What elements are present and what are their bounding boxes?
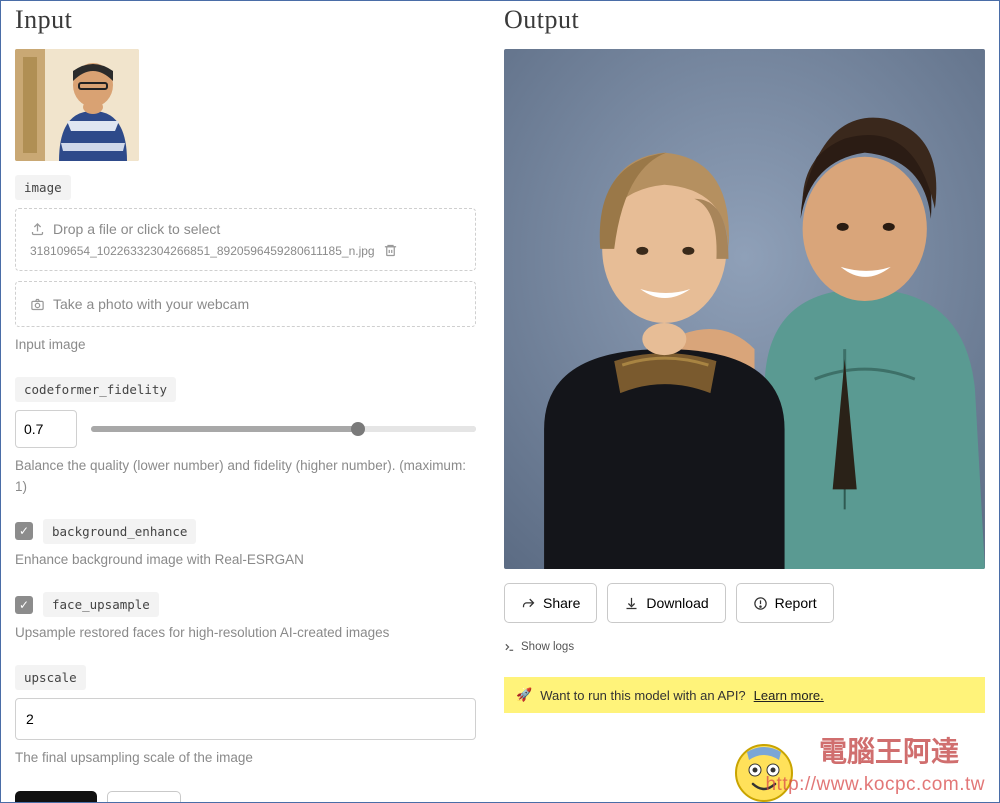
upscale-helper: The final upsampling scale of the image [15, 748, 476, 768]
alert-icon [753, 596, 768, 611]
terminal-icon [504, 642, 515, 653]
param-label-face-upsample: face_upsample [43, 592, 159, 617]
param-label-upscale: upscale [15, 665, 86, 690]
file-dropzone[interactable]: Drop a file or click to select 318109654… [15, 208, 476, 271]
face-upsample-checkbox[interactable]: ✓ [15, 596, 33, 614]
output-heading: Output [504, 5, 985, 35]
trash-icon[interactable] [383, 243, 398, 258]
watermark-brand: 電腦王阿達 [819, 730, 959, 770]
dropzone-text: Drop a file or click to select [53, 221, 220, 237]
submit-button[interactable]: Submit [15, 791, 97, 803]
image-helper: Input image [15, 335, 476, 355]
input-heading: Input [15, 5, 476, 35]
fidelity-input[interactable] [15, 410, 77, 448]
bg-enhance-checkbox[interactable]: ✓ [15, 522, 33, 540]
webcam-button[interactable]: Take a photo with your webcam [15, 281, 476, 327]
webcam-text: Take a photo with your webcam [53, 296, 249, 312]
param-label-image: image [15, 175, 71, 200]
input-thumbnail[interactable] [15, 49, 139, 161]
reset-button[interactable]: Reset [107, 791, 182, 803]
download-button[interactable]: Download [607, 583, 725, 623]
param-label-fidelity: codeformer_fidelity [15, 377, 176, 402]
watermark-logo [729, 738, 799, 803]
show-logs-toggle[interactable]: Show logs [504, 641, 985, 653]
camera-icon [30, 297, 45, 312]
fidelity-slider[interactable] [91, 426, 476, 432]
download-icon [624, 596, 639, 611]
param-label-bg-enhance: background_enhance [43, 519, 196, 544]
watermark-url: http://www.kocpc.com.tw [765, 774, 985, 796]
report-button[interactable]: Report [736, 583, 834, 623]
api-text: Want to run this model with an API? [540, 688, 745, 703]
input-panel: Input image Drop a file or click to sele… [1, 1, 490, 802]
api-banner: 🚀 Want to run this model with an API? Le… [504, 677, 985, 713]
selected-filename: 318109654_10226332304266851_892059645928… [30, 244, 375, 258]
fidelity-helper: Balance the quality (lower number) and f… [15, 456, 476, 497]
share-button[interactable]: Share [504, 583, 597, 623]
upload-icon [30, 222, 45, 237]
api-link[interactable]: Learn more. [754, 688, 824, 703]
upscale-input[interactable] [15, 698, 476, 740]
face-upsample-helper: Upsample restored faces for high-resolut… [15, 623, 476, 643]
output-image[interactable] [504, 49, 985, 569]
bg-enhance-helper: Enhance background image with Real-ESRGA… [15, 550, 476, 570]
share-icon [521, 596, 536, 611]
rocket-icon: 🚀 [516, 687, 532, 703]
output-panel: Output [490, 1, 999, 802]
output-actions: Share Download Report [504, 583, 985, 623]
